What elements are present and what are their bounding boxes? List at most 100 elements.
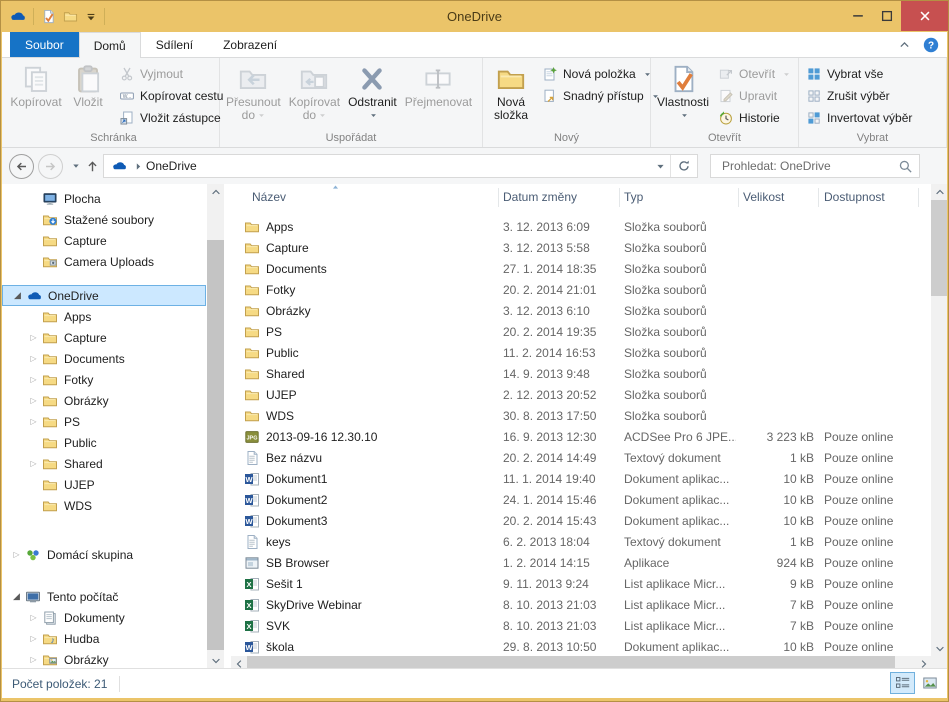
- file-row-keys[interactable]: keys 6. 2. 2013 18:04 Textový dokument 1 kB…: [231, 532, 931, 553]
- tree-item-camera-uploads[interactable]: Camera Uploads: [2, 251, 207, 272]
- address-history-dropdown[interactable]: [651, 155, 670, 177]
- zru-it-v-b-r-button[interactable]: Zrušit výběr: [801, 85, 917, 107]
- tree-item-ujep[interactable]: UJEP: [2, 474, 207, 495]
- close-button[interactable]: [901, 1, 948, 31]
- column-header-velikost[interactable]: Velikost: [743, 190, 784, 204]
- tree-item-apps[interactable]: Apps: [2, 306, 207, 327]
- expander-expanded-icon[interactable]: ◢: [8, 591, 25, 602]
- list-horizontal-scrollbar-thumb[interactable]: [247, 656, 895, 668]
- column-separator[interactable]: [818, 188, 819, 207]
- tab-zobrazen[interactable]: Zobrazení: [208, 32, 292, 57]
- breadcrumb-segment-onedrive[interactable]: OneDrive: [146, 159, 197, 173]
- minimize-button[interactable]: [843, 1, 872, 31]
- help-icon[interactable]: ?: [923, 37, 939, 53]
- tab-dom[interactable]: Domů: [78, 32, 141, 58]
- file-row-kola[interactable]: Wškola 29. 8. 2013 10:50 Dokument aplikac.…: [231, 637, 931, 658]
- column-separator[interactable]: [918, 188, 919, 207]
- thumbnails-view-button[interactable]: [917, 672, 942, 694]
- file-row-apps[interactable]: Apps 3. 12. 2013 6:09 Složka souborů: [231, 217, 931, 238]
- file-row-capture[interactable]: Capture 3. 12. 2013 5:58 Složka souborů: [231, 238, 931, 259]
- column-separator[interactable]: [619, 188, 620, 207]
- expander-expanded-icon[interactable]: ◢: [9, 290, 26, 301]
- file-row-skydrive-webinar[interactable]: X SkyDrive Webinar 8. 10. 2013 21:03 List a…: [231, 595, 931, 616]
- file-row-wds[interactable]: WDS 30. 8. 2013 17:50 Složka souborů: [231, 406, 931, 427]
- kop-rovat-cestu-button[interactable]: W... Kopírovat cestu: [114, 85, 228, 107]
- file-row-dokument1[interactable]: W Dokument1 11. 1. 2014 19:40 Dokument apli…: [231, 469, 931, 490]
- minimize-ribbon-icon[interactable]: [898, 38, 911, 51]
- qat-properties-button[interactable]: [41, 9, 56, 24]
- file-row-se-it-1[interactable]: X Sešit 1 9. 11. 2013 9:24 List aplikace Mi…: [231, 574, 931, 595]
- expander-collapsed-icon[interactable]: ▷: [25, 333, 42, 342]
- back-button[interactable]: [9, 153, 34, 179]
- recent-locations-dropdown[interactable]: [67, 154, 84, 178]
- tree-item-tento-po-ta[interactable]: ◢ Tento počítač: [2, 586, 207, 607]
- qat-customize-dropdown[interactable]: [85, 11, 97, 23]
- tree-item-wds[interactable]: WDS: [2, 495, 207, 516]
- nov-polo-ka-button[interactable]: Nová položka: [537, 63, 664, 85]
- file-row-dokument3[interactable]: W Dokument3 20. 2. 2014 15:43 Dokument apli…: [231, 511, 931, 532]
- maximize-button[interactable]: [872, 1, 901, 31]
- tree-item-hudba[interactable]: ▷ ♪ Hudba: [2, 628, 207, 649]
- tree-item-ps[interactable]: ▷ PS: [2, 411, 207, 432]
- breadcrumb-chevron-icon[interactable]: [131, 162, 146, 171]
- file-row-shared[interactable]: Shared 14. 9. 2013 9:48 Složka souborů: [231, 364, 931, 385]
- column-separator[interactable]: [498, 188, 499, 207]
- column-separator[interactable]: [738, 188, 739, 207]
- expander-collapsed-icon[interactable]: ▷: [25, 613, 42, 622]
- column-header-dostupnost[interactable]: Dostupnost: [824, 190, 885, 204]
- tree-item-dokumenty[interactable]: ▷ Dokumenty: [2, 607, 207, 628]
- file-row-public[interactable]: Public 11. 2. 2014 16:53 Složka souborů: [231, 343, 931, 364]
- tree-item-capture[interactable]: Capture: [2, 230, 207, 251]
- address-bar[interactable]: OneDrive: [103, 154, 698, 178]
- file-row-bez-n-zvu[interactable]: Bez názvu 20. 2. 2014 14:49 Textový dokume…: [231, 448, 931, 469]
- expander-collapsed-icon[interactable]: ▷: [25, 417, 42, 426]
- list-scroll-left-icon[interactable]: [231, 656, 246, 668]
- refresh-button[interactable]: [671, 155, 697, 177]
- file-row-obr-zky[interactable]: Obrázky 3. 12. 2013 6:10 Složka souborů: [231, 301, 931, 322]
- sidebar-scrollbar-thumb[interactable]: [207, 240, 224, 650]
- tree-item-shared[interactable]: ▷ Shared: [2, 453, 207, 474]
- vlo-it-z-stupce-button[interactable]: Vložit zástupce: [114, 107, 228, 129]
- vybrat-v-e-button[interactable]: Vybrat vše: [801, 63, 917, 85]
- file-row-ujep[interactable]: UJEP 2. 12. 2013 20:52 Složka souborů: [231, 385, 931, 406]
- tree-item-sta-en-soubory[interactable]: Stažené soubory: [2, 209, 207, 230]
- column-header-typ[interactable]: Typ: [624, 190, 643, 204]
- list-scroll-up-icon[interactable]: [931, 184, 947, 199]
- up-button[interactable]: [84, 154, 101, 178]
- snadn-p-stup-button[interactable]: Snadný přístup: [537, 85, 664, 107]
- tab-soubor[interactable]: Soubor: [10, 32, 79, 57]
- expander-collapsed-icon[interactable]: ▷: [8, 550, 25, 559]
- file-row-ps[interactable]: PS 20. 2. 2014 19:35 Složka souborů: [231, 322, 931, 343]
- vlastnosti-button[interactable]: Vlastnosti: [653, 59, 713, 122]
- tree-item-obr-zky[interactable]: ▷ Obrázky: [2, 649, 207, 668]
- tree-item-fotky[interactable]: ▷ Fotky: [2, 369, 207, 390]
- list-vertical-scrollbar-thumb[interactable]: [931, 200, 947, 296]
- expander-collapsed-icon[interactable]: ▷: [25, 655, 42, 664]
- search-icon[interactable]: [898, 159, 913, 174]
- historie-button[interactable]: Historie: [713, 107, 795, 129]
- tree-item-capture[interactable]: ▷ Capture: [2, 327, 207, 348]
- file-row-sb-browser[interactable]: SB Browser 1. 2. 2014 14:15 Aplikace 924 kB…: [231, 553, 931, 574]
- file-row-dokument2[interactable]: W Dokument2 24. 1. 2014 15:46 Dokument apli…: [231, 490, 931, 511]
- tree-item-public[interactable]: Public: [2, 432, 207, 453]
- tree-item-obr-zky[interactable]: ▷ Obrázky: [2, 390, 207, 411]
- expander-collapsed-icon[interactable]: ▷: [25, 354, 42, 363]
- expander-collapsed-icon[interactable]: ▷: [25, 459, 42, 468]
- file-row-documents[interactable]: Documents 27. 1. 2014 18:35 Složka souborů: [231, 259, 931, 280]
- sidebar-scroll-down-icon[interactable]: [207, 653, 224, 668]
- nov-button[interactable]: Nová složka: [485, 59, 537, 122]
- tree-item-plocha[interactable]: Plocha: [2, 188, 207, 209]
- list-scroll-down-icon[interactable]: [931, 641, 947, 656]
- expander-collapsed-icon[interactable]: ▷: [25, 396, 42, 405]
- expander-collapsed-icon[interactable]: ▷: [25, 634, 42, 643]
- details-view-button[interactable]: [890, 672, 915, 694]
- file-row-2013-09-16-12-30-10[interactable]: JPG 2013-09-16 12.30.10 16. 9. 2013 12:30 A…: [231, 427, 931, 448]
- expander-collapsed-icon[interactable]: ▷: [25, 375, 42, 384]
- tree-item-documents[interactable]: ▷ Documents: [2, 348, 207, 369]
- tab-sd-len[interactable]: Sdílení: [141, 32, 208, 57]
- file-row-fotky[interactable]: Fotky 20. 2. 2014 21:01 Složka souborů: [231, 280, 931, 301]
- sidebar-scroll-up-icon[interactable]: [207, 184, 224, 199]
- list-scroll-right-icon[interactable]: [916, 656, 931, 668]
- column-header-n-zev[interactable]: Název: [252, 190, 286, 204]
- tree-item-onedrive[interactable]: ◢ OneDrive: [2, 285, 206, 306]
